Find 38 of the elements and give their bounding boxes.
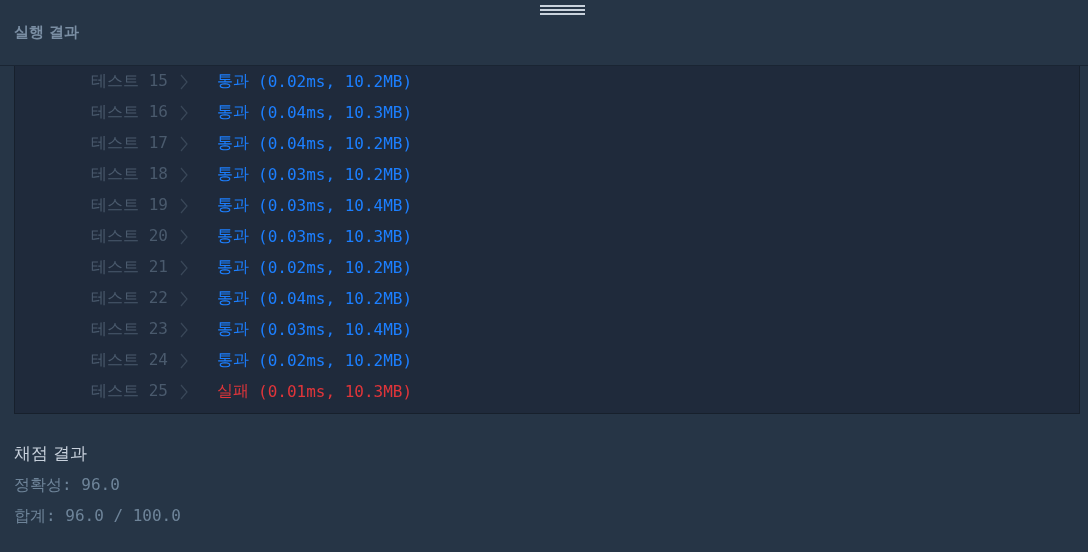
chevron-icon (179, 197, 189, 214)
chevron-icon (179, 228, 189, 245)
test-detail: (0.02ms, 10.2MB) (258, 351, 413, 370)
test-verdict: 통과 (217, 164, 249, 185)
drag-handle-icon[interactable] (540, 4, 585, 15)
grading-title: 채점 결과 (14, 442, 89, 465)
test-detail: (0.02ms, 10.2MB) (258, 258, 413, 277)
test-verdict: 통과 (217, 133, 249, 154)
test-detail: (0.02ms, 10.2MB) (258, 72, 413, 91)
test-verdict: 통과 (217, 226, 249, 247)
chevron-icon (179, 104, 189, 121)
test-detail: (0.03ms, 10.2MB) (258, 165, 413, 184)
test-verdict: 실패 (217, 381, 249, 402)
test-detail: (0.04ms, 10.2MB) (258, 134, 413, 153)
chevron-icon (179, 383, 189, 400)
test-detail: (0.03ms, 10.4MB) (258, 196, 413, 215)
chevron-icon (179, 135, 189, 152)
test-verdict: 통과 (217, 71, 249, 92)
test-verdict: 통과 (217, 319, 249, 340)
test-verdict: 통과 (217, 350, 249, 371)
test-verdict: 통과 (217, 195, 249, 216)
test-verdict: 통과 (217, 288, 249, 309)
test-detail: (0.04ms, 10.2MB) (258, 289, 413, 308)
chevron-icon (179, 352, 189, 369)
test-detail: (0.03ms, 10.4MB) (258, 320, 413, 339)
chevron-icon (179, 290, 189, 307)
chevron-icon (179, 73, 189, 90)
chevron-icon (179, 321, 189, 338)
test-verdict: 통과 (217, 102, 249, 123)
score-line: 정확성: 96.0 (14, 475, 121, 496)
test-detail: (0.01ms, 10.3MB) (258, 382, 413, 401)
section-title: 실행 결과 (14, 23, 80, 42)
test-verdict: 통과 (217, 257, 249, 278)
score-line: 합계: 96.0 / 100.0 (14, 506, 182, 527)
test-detail: (0.04ms, 10.3MB) (258, 103, 413, 122)
chevron-icon (179, 259, 189, 276)
test-detail: (0.03ms, 10.3MB) (258, 227, 413, 246)
chevron-icon (179, 166, 189, 183)
